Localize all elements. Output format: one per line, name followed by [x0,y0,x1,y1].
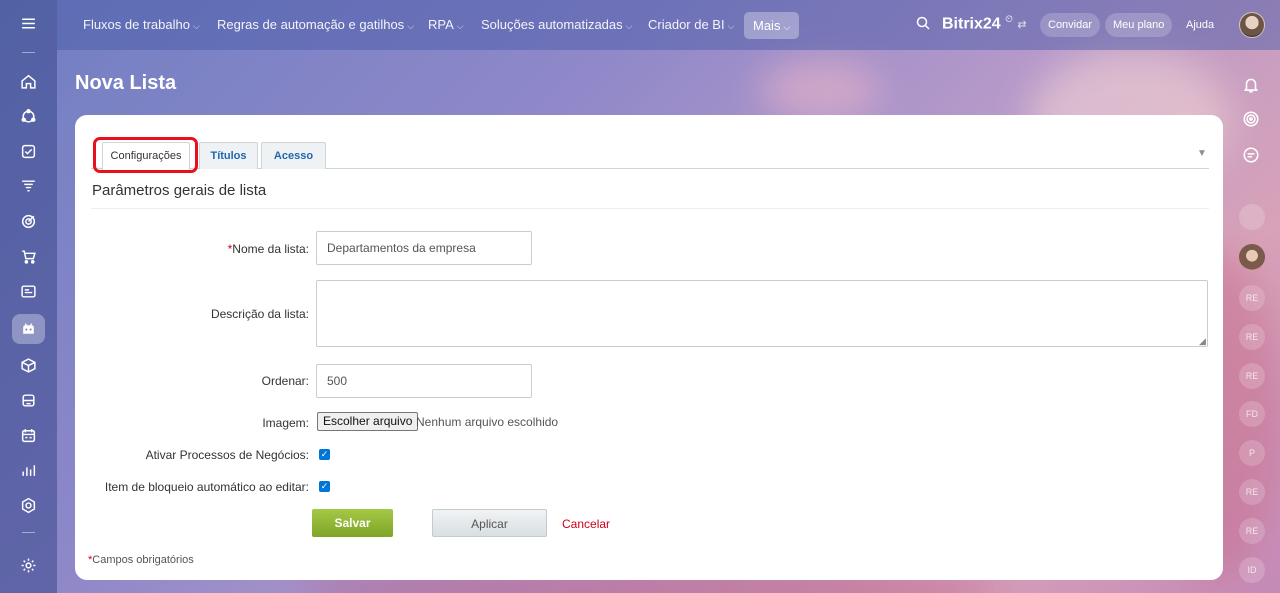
activity-icon[interactable] [1242,110,1262,130]
avatar[interactable] [1239,12,1265,38]
tab-titulos[interactable]: Títulos [199,142,258,169]
chevron-down-icon: ⌵ [625,21,633,31]
apply-button[interactable]: Aplicar [432,509,547,537]
image-label: Imagem: [262,416,309,430]
page-title: Nova Lista [75,72,177,94]
resize-grip-icon[interactable]: ◢ [1199,337,1207,346]
chevron-down-icon: ⌵ [727,21,735,31]
rail-badge[interactable]: RE [1239,363,1265,389]
box-icon[interactable] [12,350,45,380]
section-divider [91,208,1209,209]
chevron-down-icon: ⌵ [456,21,464,31]
file-status: Nenhum arquivo escolhido [416,415,559,429]
bell-icon[interactable] [1242,76,1262,96]
section-title: Parâmetros gerais de lista [92,182,267,199]
sidebar-divider [22,52,35,53]
required-note: *Campos obrigatórios [88,554,194,566]
rail-badge[interactable]: RE [1239,518,1265,544]
crm-icon[interactable] [12,101,45,131]
nav-item-automated-solutions[interactable]: Soluções automatizadas ⌵ [481,17,632,33]
lock-label: Item de bloqueio automático ao editar: [104,480,309,494]
settings-icon[interactable] [12,550,45,580]
sort-label: Ordenar: [261,374,309,388]
rail-circle[interactable] [1239,204,1265,230]
switch-icon: ⇄ [1017,19,1027,32]
search-icon[interactable] [915,15,931,31]
home-icon[interactable] [12,66,45,96]
nav-item-bi-builder[interactable]: Criador de BI ⌵ [648,17,734,33]
marketing-icon[interactable] [12,206,45,236]
rail-badge[interactable]: P [1239,440,1265,466]
cancel-button[interactable]: Cancelar [562,517,610,531]
list-name-input[interactable] [316,231,532,265]
name-label: *Nome da lista: [227,242,309,256]
chevron-down-icon: ⌵ [192,21,200,31]
sidebar-divider [22,532,35,533]
rail-badge[interactable]: FD [1239,401,1265,427]
bizproc-checkbox[interactable]: ✓ [319,449,330,460]
choose-file-button[interactable]: Escolher arquivo [317,412,419,431]
analytics-icon[interactable] [12,455,45,485]
invite-button[interactable]: Convidar [1040,13,1101,37]
automation-icon[interactable] [12,314,45,344]
settings-card: Configurações Títulos Acesso ▼ Parâmetro… [75,115,1223,580]
top-bar: Fluxos de trabalho ⌵ Regras de automação … [57,0,1280,50]
chevron-down-icon: ⌵ [783,22,791,32]
tab-highlight-box [93,137,198,173]
chevron-down-icon: ⌵ [407,21,415,31]
filter-icon[interactable] [12,171,45,201]
calendar-icon[interactable] [12,420,45,450]
rail-badge[interactable]: RE [1239,479,1265,505]
menu-icon[interactable] [12,8,45,38]
nav-item-rpa[interactable]: RPA ⌵ [428,17,464,33]
help-button[interactable]: Ajuda [1178,13,1222,37]
contacts-icon[interactable] [12,276,45,306]
my-plan-button[interactable]: Meu plano [1105,13,1173,37]
tab-acesso[interactable]: Acesso [261,142,326,169]
hexagon-icon[interactable] [12,490,45,520]
bizproc-label: Ativar Processos de Negócios: [145,448,309,462]
nav-item-automation-rules[interactable]: Regras de automação e gatilhos ⌵ [217,17,414,33]
sort-input[interactable] [316,364,532,398]
collapse-arrow-icon[interactable]: ▼ [1197,148,1207,159]
tasks-icon[interactable] [12,136,45,166]
nav-more-button[interactable]: Mais ⌵ [744,12,799,39]
rail-badge[interactable]: RE [1239,324,1265,350]
rail-badge[interactable]: ID [1239,557,1265,583]
tabs-divider [91,168,1209,169]
rail-badge[interactable]: RE [1239,285,1265,311]
left-sidebar [0,0,57,593]
brand-logo[interactable]: Bitrix24 ⏲ ⇄ [942,14,1027,33]
nav-item-workflows[interactable]: Fluxos de trabalho ⌵ [83,17,200,33]
chat-icon[interactable] [1242,146,1262,166]
storage-icon[interactable] [12,385,45,415]
avatar[interactable] [1239,244,1265,270]
lock-checkbox[interactable]: ✓ [319,481,330,492]
clock-icon: ⏲ [1005,14,1013,25]
description-label: Descrição da lista: [210,307,309,321]
list-description-textarea[interactable] [316,280,1208,347]
save-button[interactable]: Salvar [312,509,393,537]
cart-icon[interactable] [12,241,45,271]
